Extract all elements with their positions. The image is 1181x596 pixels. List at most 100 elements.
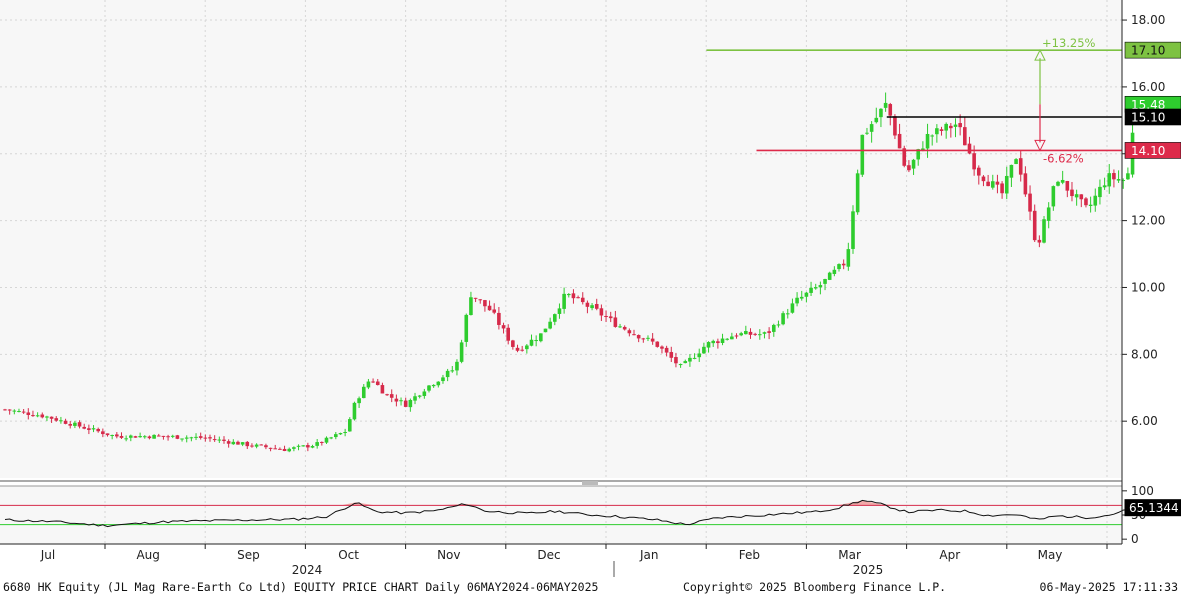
candle-down bbox=[1112, 173, 1116, 180]
candle-up bbox=[73, 422, 77, 426]
candle-down bbox=[320, 441, 324, 443]
candle-down bbox=[585, 302, 590, 307]
candle-up bbox=[813, 287, 818, 289]
price-panel-background bbox=[0, 0, 1122, 478]
candle-down bbox=[986, 181, 990, 187]
candle-up bbox=[59, 420, 63, 422]
candle-down bbox=[641, 338, 646, 340]
candle-down bbox=[506, 327, 511, 341]
candle-up bbox=[865, 132, 869, 134]
candle-down bbox=[515, 347, 520, 351]
candle-down bbox=[105, 433, 110, 436]
candle-down bbox=[888, 104, 893, 116]
candle-up bbox=[240, 442, 245, 445]
candle-down bbox=[161, 435, 166, 437]
candle-up bbox=[441, 377, 445, 382]
candle-up bbox=[855, 173, 860, 213]
rsi-tick-label: 0 bbox=[1131, 532, 1139, 546]
candle-up bbox=[431, 384, 436, 387]
price-tick-label: 10.00 bbox=[1131, 280, 1165, 294]
candle-up bbox=[804, 292, 809, 297]
candle-up bbox=[1004, 175, 1009, 194]
candle-up bbox=[217, 439, 222, 441]
candle-down bbox=[1037, 239, 1042, 243]
candle-down bbox=[604, 315, 608, 318]
candle-down bbox=[282, 448, 287, 452]
candle-up bbox=[548, 321, 552, 329]
month-label: Sep bbox=[237, 548, 260, 562]
candle-down bbox=[520, 349, 524, 351]
candle-down bbox=[958, 123, 962, 128]
month-label: Dec bbox=[537, 548, 560, 562]
candle-up bbox=[138, 436, 142, 438]
year-label: 2024 bbox=[292, 563, 323, 577]
candle-down bbox=[972, 153, 976, 170]
candle-down bbox=[716, 341, 720, 344]
candle-down bbox=[212, 439, 217, 441]
candle-down bbox=[976, 167, 981, 176]
candle-up bbox=[529, 339, 534, 346]
timestamp-text: 06-May-2025 17:11:33 bbox=[1040, 580, 1179, 594]
candle-down bbox=[49, 416, 54, 419]
candle-down bbox=[995, 181, 1000, 185]
candle-up bbox=[725, 338, 729, 340]
candle-down bbox=[133, 436, 138, 438]
candle-down bbox=[208, 437, 212, 439]
candle-down bbox=[599, 308, 604, 316]
candle-down bbox=[3, 409, 7, 411]
candle-up bbox=[254, 444, 259, 447]
splitter-handle[interactable] bbox=[582, 481, 598, 485]
candle-down bbox=[1018, 158, 1023, 175]
candle-up bbox=[315, 442, 319, 446]
candle-down bbox=[226, 441, 231, 444]
candle-up bbox=[990, 181, 995, 188]
candle-down bbox=[40, 414, 45, 418]
year-label: 2025 bbox=[853, 563, 884, 577]
candle-up bbox=[45, 416, 49, 418]
candle-down bbox=[278, 448, 282, 450]
support-tag-label: 14.10 bbox=[1131, 144, 1165, 158]
candle-up bbox=[846, 249, 851, 267]
candle-up bbox=[184, 437, 189, 439]
candle-up bbox=[329, 437, 333, 439]
candle-down bbox=[939, 129, 944, 132]
candle-down bbox=[622, 326, 627, 330]
candle-up bbox=[827, 272, 832, 280]
candle-down bbox=[478, 299, 483, 301]
candle-up bbox=[534, 340, 538, 342]
candle-down bbox=[1032, 210, 1037, 241]
candle-up bbox=[744, 331, 748, 335]
candle-up bbox=[12, 410, 17, 412]
candle-down bbox=[669, 352, 674, 358]
candle-up bbox=[1060, 179, 1065, 183]
candle-down bbox=[1000, 183, 1004, 194]
candle-up bbox=[1126, 173, 1130, 180]
candle-up bbox=[874, 117, 879, 123]
candle-up bbox=[194, 436, 198, 438]
candle-up bbox=[539, 333, 543, 342]
candle-up bbox=[427, 385, 431, 391]
candle-up bbox=[17, 411, 21, 413]
candle-down bbox=[963, 127, 967, 146]
month-label: Jul bbox=[40, 548, 55, 562]
candle-up bbox=[790, 303, 795, 313]
candle-up bbox=[785, 313, 790, 315]
candle-up bbox=[944, 123, 948, 131]
candle-down bbox=[245, 441, 250, 447]
candle-up bbox=[823, 279, 827, 284]
candle-down bbox=[264, 445, 268, 448]
candle-down bbox=[483, 300, 487, 307]
candle-down bbox=[394, 398, 399, 402]
candle-down bbox=[156, 435, 161, 437]
candle-up bbox=[1088, 204, 1093, 206]
rsi-current-label: 65.1344 bbox=[1129, 501, 1179, 515]
rsi-panel-background bbox=[0, 486, 1122, 544]
candle-up bbox=[552, 314, 557, 322]
month-label: Apr bbox=[939, 548, 960, 562]
candle-up bbox=[1042, 219, 1046, 243]
candle-up bbox=[231, 441, 236, 445]
candle-down bbox=[222, 439, 226, 441]
candle-down bbox=[580, 297, 585, 303]
candle-down bbox=[674, 357, 678, 364]
candle-down bbox=[1065, 180, 1070, 191]
